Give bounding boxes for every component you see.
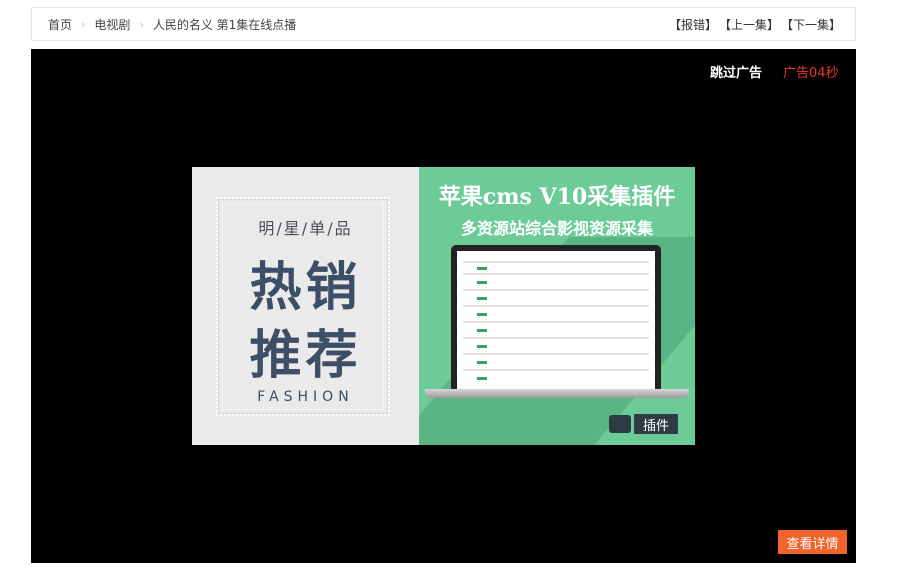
breadcrumb-separator-icon: ›	[139, 17, 144, 31]
previous-episode-link[interactable]: 【上一集】	[719, 16, 779, 33]
report-error-link[interactable]: 【报错】	[669, 16, 717, 33]
breadcrumb-home-link[interactable]: 首页	[48, 16, 72, 33]
episode-actions: 【报错】 【上一集】 【下一集】	[667, 16, 841, 33]
breadcrumb-category-link[interactable]: 电视剧	[94, 16, 130, 33]
ad-banner[interactable]: 明/星/单/品 热销 推荐 FASHION 苹果cms V10采集插件 多资源站…	[192, 167, 695, 445]
view-details-button[interactable]: 查看详情	[778, 530, 847, 554]
breadcrumb-bar: 首页 › 电视剧 › 人民的名义 第1集在线点播 【报错】 【上一集】 【下一集…	[31, 7, 856, 41]
puzzle-icon	[609, 415, 631, 433]
breadcrumb: 首页 › 电视剧 › 人民的名义 第1集在线点播	[48, 16, 296, 33]
plugin-badge: 插件	[609, 413, 683, 435]
ad-headline-hot: 热销	[249, 257, 362, 318]
ad-fashion-text: FASHION	[257, 389, 354, 405]
skip-ad-button[interactable]: 跳过广告	[710, 62, 762, 81]
ad-tagline: 明/星/单/品	[258, 219, 353, 238]
breadcrumb-current-page: 人民的名义 第1集在线点播	[152, 17, 297, 32]
ad-headline-recommend: 推荐	[249, 325, 362, 386]
ad-banner-left-panel: 明/星/单/品 热销 推荐 FASHION	[192, 167, 419, 445]
laptop-icon	[451, 245, 661, 389]
breadcrumb-separator-icon: ›	[81, 17, 86, 31]
video-player[interactable]: 跳过广告 广告04秒 明/星/单/品 热销 推荐 FASHION 苹果cms V…	[31, 49, 856, 563]
next-episode-link[interactable]: 【下一集】	[781, 16, 841, 33]
ad-title: 苹果cms V10采集插件	[438, 184, 676, 210]
ad-countdown: 广告04秒	[783, 66, 839, 81]
ad-subtitle: 多资源站综合影视资源采集	[460, 219, 653, 238]
laptop-base	[425, 389, 689, 398]
ad-banner-right-panel: 苹果cms V10采集插件 多资源站综合影视资源采集 插件	[419, 167, 695, 445]
plugin-badge-label: 插件	[634, 414, 679, 434]
laptop-screen-preview	[457, 251, 655, 389]
